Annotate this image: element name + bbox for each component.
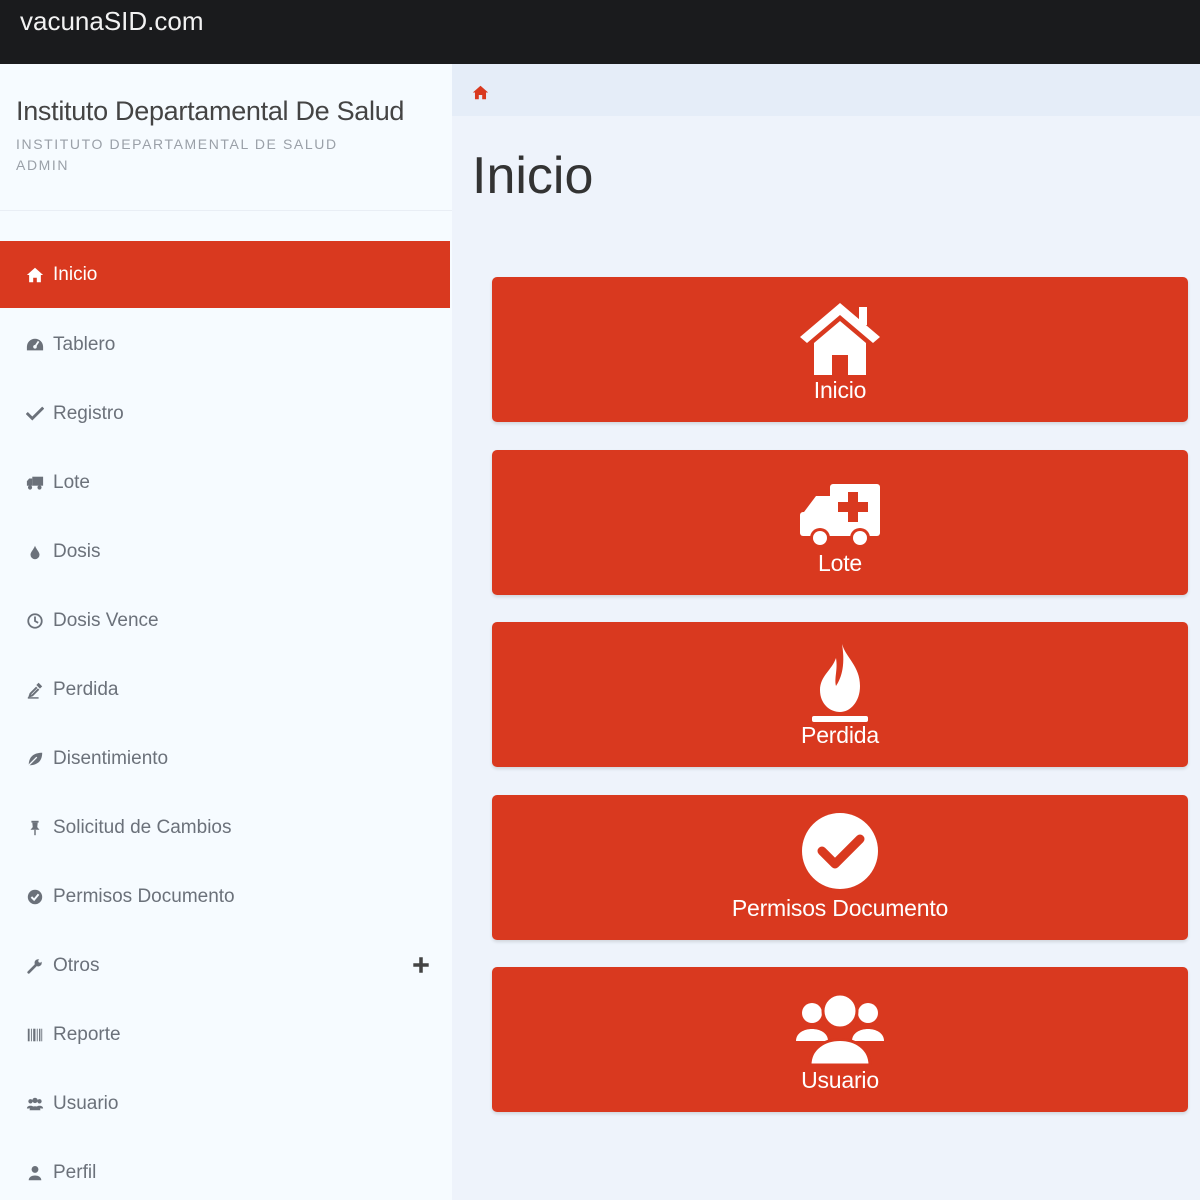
droplet-icon	[24, 541, 46, 563]
ambulance-icon	[790, 468, 890, 552]
tile-permisos-documento[interactable]: Permisos Documento	[492, 795, 1188, 940]
tile-label: Permisos Documento	[731, 895, 949, 921]
check-circle-icon	[790, 813, 890, 897]
sidebar-item-dosis-vence[interactable]: Dosis Vence	[0, 586, 450, 655]
sidebar-item-label: Inicio	[53, 263, 98, 285]
sidebar: Instituto Departamental De Salud INSTITU…	[0, 64, 452, 1200]
breadcrumb	[452, 64, 1200, 116]
eyedropper-icon	[24, 679, 46, 701]
sidebar-item-label: Tablero	[53, 333, 116, 355]
top-bar: vacunaSID.com	[0, 0, 1200, 64]
expand-plus-icon[interactable]	[410, 954, 432, 976]
sidebar-item-usuario[interactable]: Usuario	[0, 1069, 450, 1138]
home-icon	[790, 295, 890, 379]
organization-subtitle: INSTITUTO DEPARTAMENTAL DE SALUD	[16, 136, 338, 152]
check-icon	[24, 403, 46, 425]
tile-usuario[interactable]: Usuario	[492, 967, 1188, 1112]
sidebar-item-registro[interactable]: Registro	[0, 379, 450, 448]
sidebar-item-solicitud-de-cambios[interactable]: Solicitud de Cambios	[0, 793, 450, 862]
sidebar-item-otros[interactable]: Otros	[0, 931, 450, 1000]
tile-label: Lote	[818, 550, 862, 576]
barcode-icon	[24, 1024, 46, 1046]
sidebar-item-label: Disentimiento	[53, 747, 169, 769]
truck-icon	[24, 472, 46, 494]
sidebar-item-dosis[interactable]: Dosis	[0, 517, 450, 586]
users-icon	[790, 985, 890, 1069]
sidebar-item-label: Reporte	[53, 1023, 121, 1045]
sidebar-item-label: Otros	[53, 954, 100, 976]
tile-label: Usuario	[801, 1067, 879, 1093]
sidebar-item-label: Perfil	[53, 1161, 97, 1183]
tile-label: Inicio	[813, 377, 867, 403]
sidebar-nav: Inicio Tablero Registro Lote Dosis Dosis…	[0, 241, 450, 1200]
sidebar-item-lote[interactable]: Lote	[0, 448, 450, 517]
clock-icon	[24, 610, 46, 632]
sidebar-item-permisos-documento[interactable]: Permisos Documento	[0, 862, 450, 931]
sidebar-item-inicio[interactable]: Inicio	[0, 241, 450, 308]
brand-logo-text[interactable]: vacunaSID.com	[20, 6, 204, 36]
main-content: Inicio Inicio Lote Perdida Permisos Docu…	[452, 64, 1200, 1200]
sidebar-item-perfil[interactable]: Perfil	[0, 1138, 450, 1200]
check-circle-icon	[24, 886, 46, 908]
dashboard-icon	[24, 334, 46, 356]
pushpin-icon	[24, 817, 46, 839]
user-role: ADMIN	[16, 157, 70, 173]
user-icon	[24, 1162, 46, 1184]
wrench-icon	[24, 955, 46, 977]
sidebar-item-reporte[interactable]: Reporte	[0, 1000, 450, 1069]
sidebar-item-disentimiento[interactable]: Disentimiento	[0, 724, 450, 793]
tile-label: Perdida	[801, 722, 879, 748]
leaf-icon	[24, 748, 46, 770]
sidebar-item-label: Permisos Documento	[53, 885, 235, 907]
sidebar-divider	[0, 210, 452, 211]
organization-title: Instituto Departamental De Salud	[16, 96, 405, 126]
breadcrumb-home-icon[interactable]	[472, 84, 489, 101]
sidebar-item-label: Dosis Vence	[53, 609, 159, 631]
sidebar-item-label: Solicitud de Cambios	[53, 816, 232, 838]
sidebar-item-label: Usuario	[53, 1092, 119, 1114]
sidebar-item-label: Registro	[53, 402, 124, 424]
sidebar-item-tablero[interactable]: Tablero	[0, 310, 450, 379]
users-icon	[24, 1093, 46, 1115]
tile-perdida[interactable]: Perdida	[492, 622, 1188, 767]
home-icon	[24, 264, 46, 286]
sidebar-item-label: Dosis	[53, 540, 101, 562]
tile-inicio[interactable]: Inicio	[492, 277, 1188, 422]
sidebar-item-perdida[interactable]: Perdida	[0, 655, 450, 724]
fire-icon	[790, 640, 890, 724]
sidebar-item-label: Perdida	[53, 678, 119, 700]
sidebar-item-label: Lote	[53, 471, 90, 493]
page-title: Inicio	[472, 147, 594, 205]
tile-lote[interactable]: Lote	[492, 450, 1188, 595]
